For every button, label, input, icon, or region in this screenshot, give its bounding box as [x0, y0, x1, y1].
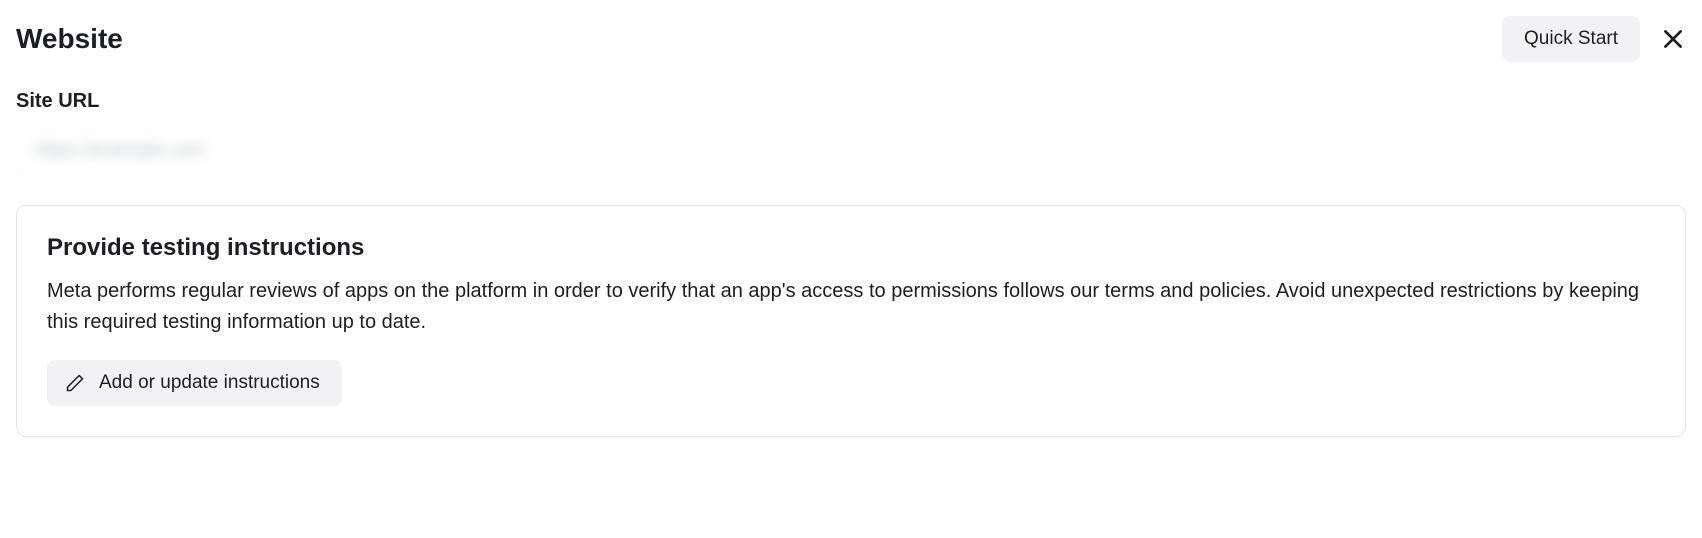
page-title: Website: [16, 23, 123, 55]
quick-start-button[interactable]: Quick Start: [1502, 16, 1640, 62]
add-update-instructions-button[interactable]: Add or update instructions: [47, 360, 342, 406]
pencil-icon: [65, 373, 85, 393]
site-url-section: Site URL: [16, 90, 1686, 177]
close-icon[interactable]: [1660, 26, 1686, 52]
site-url-input[interactable]: [16, 125, 1686, 177]
site-url-label: Site URL: [16, 90, 1686, 113]
instructions-button-label: Add or update instructions: [99, 372, 320, 394]
card-body: Meta performs regular reviews of apps on…: [47, 276, 1655, 338]
header-row: Website Quick Start: [16, 16, 1686, 62]
testing-instructions-card: Provide testing instructions Meta perfor…: [16, 205, 1686, 437]
card-title: Provide testing instructions: [47, 234, 1655, 262]
header-actions: Quick Start: [1502, 16, 1686, 62]
